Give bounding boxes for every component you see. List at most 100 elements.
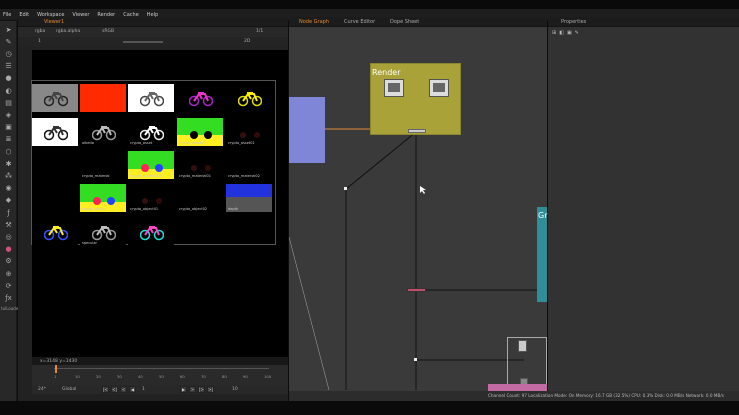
first-frame-button[interactable]: |< (102, 386, 109, 393)
read-node-group[interactable] (507, 337, 547, 389)
properties-tab-row: Properties (548, 17, 739, 27)
particle-icon[interactable]: ⁂ (4, 171, 13, 180)
play-forward-button[interactable]: ▶ (180, 386, 187, 393)
contact-sheet-cell: crypto_asset00 (177, 118, 223, 146)
title-band (0, 0, 739, 9)
timeline-tick-label: 90 (243, 374, 248, 379)
prev-keyframe-button[interactable]: <| (111, 386, 118, 393)
contact-sheet-cell: crypto_material (80, 151, 126, 179)
wrench-icon[interactable]: ⚒ (4, 220, 13, 229)
properties-panel: Properties ⊞ ◧ ▣ ✎ (548, 17, 739, 415)
render-read-node-2[interactable] (429, 79, 449, 97)
blue-backdrop-node[interactable] (289, 97, 325, 163)
cube-icon[interactable]: ▣ (4, 123, 13, 132)
film-icon[interactable]: ▤ (4, 98, 13, 107)
range-mode-select[interactable]: Global (62, 387, 76, 392)
timeline-tick-label: 70 (201, 374, 206, 379)
timeline-ticks: 1 10 20 30 40 50 60 70 80 90 100 (54, 371, 272, 379)
colorspace-select[interactable]: sRGB (102, 29, 114, 34)
pin-icon[interactable]: ⊞ (552, 30, 556, 36)
contact-sheet-cell: crypto_object02 (177, 184, 223, 212)
viewer-controls-row-2: 1 2D (18, 37, 288, 47)
contact-sheet-cell (177, 84, 223, 112)
node-graph-panel[interactable]: Node Graph Curve Editor Dope Sheet Rende… (289, 17, 548, 415)
channel-icon[interactable]: ◐ (4, 86, 13, 95)
last-frame-button[interactable]: >| (207, 386, 214, 393)
zoom-select[interactable]: 1/1 (256, 29, 263, 34)
merge-icon[interactable]: ◎ (4, 232, 13, 241)
pixel-coordinate-readout: x=3148 y=1430 (40, 359, 78, 364)
layer-select[interactable]: rgba (35, 29, 45, 34)
mouse-cursor-icon (420, 186, 426, 194)
fps-select[interactable]: 24* (38, 387, 46, 392)
timeline-tick-label: 10 (75, 374, 80, 379)
current-frame-field[interactable]: 1 (142, 387, 145, 392)
layers-icon[interactable]: ≣ (4, 135, 13, 144)
contact-sheet-label: specular (82, 241, 97, 245)
contact-sheet-label: depth (228, 207, 239, 211)
viewer-tab-row: Viewer1 (18, 17, 288, 27)
gain-slider[interactable] (123, 41, 163, 43)
edit-icon[interactable]: ✎ (575, 30, 579, 36)
contact-sheet-cell (32, 84, 78, 112)
ofx-icon[interactable]: ƒx (4, 293, 13, 302)
contact-sheet-label: crypto_asset00 (179, 141, 206, 145)
viewer-controls-row-1: rgba rgba.alpha sRGB 1/1 (18, 27, 288, 37)
contact-sheet-cell (128, 84, 174, 112)
merge-node[interactable] (408, 129, 426, 133)
render-backdrop-label: Render (372, 68, 401, 77)
brush-icon[interactable]: ✎ (4, 37, 13, 46)
float-icon[interactable]: ▣ (567, 30, 572, 36)
contact-sheet-label: crypto_asset01 (228, 141, 255, 145)
menu-file[interactable]: File (3, 12, 11, 18)
eye-icon[interactable]: ◉ (4, 184, 13, 193)
clock-icon[interactable]: ◷ (4, 49, 13, 58)
contact-sheet-cell: crypto_material02 (226, 151, 272, 179)
timeline-tick-label: 1 (54, 374, 57, 379)
tool-sidebar: ➤ ✎ ◷ ☰ ● ◐ ▤ ◈ ▣ ≣ ⬡ ✱ ⁂ ◉ ◆ ƒ ⚒ ◎ ● ⚙ ⊕ ⟳ ƒx tulLoader (0, 21, 20, 415)
3d-icon[interactable]: ⬡ (4, 147, 13, 156)
lock-icon[interactable]: ◧ (559, 30, 564, 36)
contact-sheet-cell (32, 118, 78, 146)
tag-icon[interactable]: ◆ (4, 196, 13, 205)
play-back-button[interactable]: ◀ (129, 386, 136, 393)
contact-sheet-label: albedo (82, 141, 94, 145)
render-backdrop-node[interactable]: Render (370, 63, 461, 135)
channel-select[interactable]: rgba.alpha (56, 29, 80, 34)
tab-viewer1[interactable]: Viewer1 (44, 19, 64, 25)
dot-node-1[interactable] (344, 187, 347, 190)
pointer-icon[interactable]: ➤ (4, 25, 13, 34)
view-mode-select[interactable]: 2D (244, 39, 250, 44)
circle-icon[interactable]: ● (4, 245, 13, 254)
step-forward-button[interactable]: > (189, 386, 196, 393)
contact-sheet-cell: albedo (80, 118, 126, 146)
next-keyframe-button[interactable]: |> (198, 386, 205, 393)
playback-controls: 24* Global |< <| < ◀ 1 ▶ > |> >| 10 (32, 385, 288, 394)
timeline-tick-label: 100 (264, 374, 272, 379)
contact-sheet-cell: crypto_material01 (177, 151, 223, 179)
tab-properties[interactable]: Properties (561, 19, 586, 25)
paint-icon[interactable]: ◈ (4, 110, 13, 119)
render-read-node-1[interactable] (384, 79, 404, 97)
frame-field[interactable]: 1 (38, 39, 41, 44)
contact-sheet-label: crypto_object01 (130, 207, 159, 211)
dot-node-2[interactable] (414, 358, 417, 361)
light-icon[interactable]: ✱ (4, 159, 13, 168)
gear-icon[interactable]: ⚙ (4, 257, 13, 266)
increment-field[interactable]: 10 (232, 387, 238, 392)
group-backdrop-node[interactable]: Gr (537, 207, 548, 302)
contact-sheet-cell: crypto_asset01 (226, 118, 272, 146)
step-back-button[interactable]: < (120, 386, 127, 393)
timeline[interactable]: 1 10 20 30 40 50 60 70 80 90 100 (32, 365, 288, 385)
timeline-tick-label: 20 (96, 374, 101, 379)
dot-node-red[interactable] (407, 288, 426, 292)
contact-sheet-cell: depth (226, 184, 272, 212)
refresh-icon[interactable]: ⟳ (4, 281, 13, 290)
list-icon[interactable]: ☰ (4, 62, 13, 71)
sphere-icon[interactable]: ● (4, 74, 13, 83)
contact-sheet-cell (226, 84, 272, 112)
bottom-band (0, 401, 739, 415)
status-text: Channel Count: 97 Localization Mode: On … (487, 393, 724, 398)
globe-icon[interactable]: ⊕ (4, 269, 13, 278)
fx-icon[interactable]: ƒ (4, 208, 13, 217)
